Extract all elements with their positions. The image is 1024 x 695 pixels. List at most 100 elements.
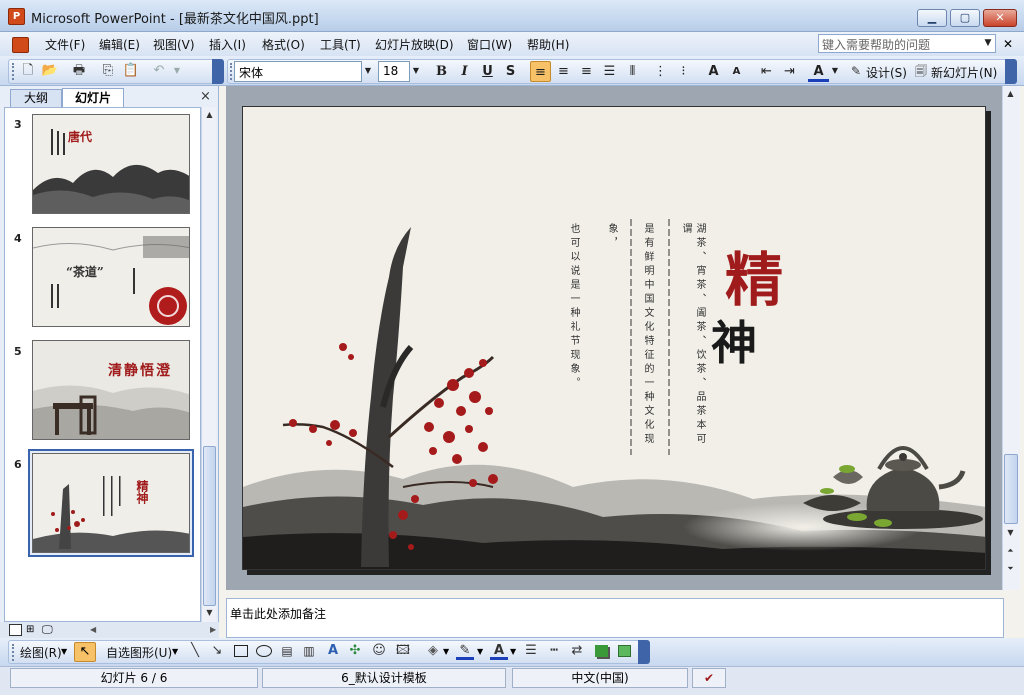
scroll-up-icon[interactable]: ▲ bbox=[202, 110, 217, 119]
slide-thumbnail-3[interactable] bbox=[32, 114, 190, 214]
picture-icon[interactable]: 🖾 bbox=[394, 642, 412, 660]
line-style-icon[interactable]: ☰ bbox=[522, 642, 540, 660]
shadow-style-icon[interactable] bbox=[595, 645, 608, 657]
font-size-dropdown-icon[interactable]: ▼ bbox=[409, 61, 423, 82]
menu-window[interactable]: 窗口(W) bbox=[467, 36, 512, 53]
oval-icon[interactable] bbox=[256, 645, 272, 657]
toolbar-options-icon[interactable] bbox=[212, 59, 224, 84]
distribute-icon[interactable]: ☰ bbox=[599, 61, 620, 82]
autoshapes-button[interactable]: 自选图形(U) bbox=[106, 644, 172, 661]
select-objects-icon[interactable]: ↖ bbox=[74, 642, 96, 662]
scroll-right-icon[interactable]: ▶ bbox=[210, 625, 216, 634]
menu-slideshow[interactable]: 幻灯片放映(D) bbox=[375, 36, 454, 53]
print-icon[interactable]: 🖶 bbox=[70, 62, 88, 80]
document-icon[interactable] bbox=[12, 37, 29, 53]
slide-thumbnail-5[interactable] bbox=[32, 340, 190, 440]
new-slide-button[interactable]: 新幻灯片(N) bbox=[931, 64, 997, 81]
toolbar-options-icon[interactable] bbox=[638, 640, 650, 664]
increase-font-icon[interactable]: A bbox=[703, 61, 724, 82]
line-color-icon[interactable]: ✎ bbox=[456, 642, 474, 660]
diagram-icon[interactable]: ✣ bbox=[346, 642, 364, 660]
undo-dropdown-icon[interactable]: ▼ bbox=[168, 62, 186, 80]
font-size-select[interactable]: 18 bbox=[378, 61, 410, 82]
underline-button[interactable]: U bbox=[477, 61, 498, 82]
font-color-icon[interactable]: A bbox=[808, 61, 829, 82]
align-left-button[interactable]: ≡ bbox=[530, 61, 551, 82]
vertical-textbox-icon[interactable]: ▥ bbox=[300, 642, 318, 660]
close-button[interactable]: ✕ bbox=[983, 9, 1017, 27]
fill-dropdown-icon[interactable]: ▼ bbox=[443, 647, 449, 656]
open-icon[interactable]: 📂 bbox=[41, 62, 59, 80]
slide-thumbnail-6-image[interactable] bbox=[32, 453, 190, 553]
clipart-icon[interactable]: ☺ bbox=[370, 642, 388, 660]
menu-help[interactable]: 帮助(H) bbox=[527, 36, 569, 53]
slideshow-icon[interactable]: 🖵 bbox=[42, 623, 53, 637]
rectangle-icon[interactable] bbox=[234, 645, 248, 657]
decrease-indent-icon[interactable]: ⇤ bbox=[756, 61, 777, 82]
paste-icon[interactable]: 📋 bbox=[122, 62, 140, 80]
autoshapes-dropdown-icon[interactable]: ▼ bbox=[172, 647, 178, 656]
scroll-left-icon[interactable]: ◀ bbox=[90, 625, 96, 634]
italic-button[interactable]: I bbox=[454, 61, 475, 82]
toolbar-options-icon[interactable] bbox=[1005, 59, 1017, 84]
minimize-button[interactable]: ▁ bbox=[917, 9, 947, 27]
previous-slide-icon[interactable]: ⏶ bbox=[1003, 546, 1018, 556]
new-document-icon[interactable]: 🗋 bbox=[19, 62, 37, 80]
copy-icon[interactable]: ⎘ bbox=[99, 62, 117, 80]
line-color-dropdown-icon[interactable]: ▼ bbox=[477, 647, 483, 656]
draw-menu-button[interactable]: 绘图(R) bbox=[20, 644, 62, 661]
wordart-icon[interactable]: A bbox=[324, 642, 342, 660]
menu-view[interactable]: 视图(V) bbox=[153, 36, 195, 53]
align-right-button[interactable]: ≡ bbox=[576, 61, 597, 82]
scroll-up-icon[interactable]: ▲ bbox=[1003, 89, 1018, 98]
toolbar-grip[interactable] bbox=[12, 644, 16, 661]
document-close-icon[interactable]: ✕ bbox=[1003, 37, 1013, 51]
decrease-font-icon[interactable]: A bbox=[726, 61, 747, 82]
design-button[interactable]: 设计(S) bbox=[866, 64, 907, 81]
3d-style-icon[interactable] bbox=[618, 645, 631, 657]
help-search-input[interactable]: 键入需要帮助的问题 bbox=[818, 34, 996, 53]
scroll-thumb[interactable] bbox=[1004, 454, 1018, 524]
slide-sorter-icon[interactable]: ⊞ bbox=[26, 624, 34, 635]
increase-indent-icon[interactable]: ⇥ bbox=[779, 61, 800, 82]
arrow-icon[interactable]: ↘ bbox=[208, 642, 226, 660]
notes-input[interactable]: 单击此处添加备注 bbox=[226, 598, 1004, 638]
fill-color-icon[interactable]: ◈ bbox=[424, 642, 442, 660]
arrow-style-icon[interactable]: ⇄ bbox=[568, 642, 586, 660]
design-icon[interactable]: ✎ bbox=[847, 62, 865, 80]
help-dropdown-arrow-icon[interactable]: ▼ bbox=[980, 34, 996, 53]
spelling-check-icon[interactable]: ✔ bbox=[692, 668, 726, 688]
maximize-button[interactable]: ▢ bbox=[950, 9, 980, 27]
toolbar-grip[interactable] bbox=[12, 63, 16, 80]
menu-file[interactable]: 文件(F) bbox=[45, 36, 85, 53]
slide-thumbnail-4[interactable] bbox=[32, 227, 190, 327]
powerpoint-app-icon[interactable]: P bbox=[8, 8, 25, 25]
menu-tools[interactable]: 工具(T) bbox=[320, 36, 361, 53]
menu-format[interactable]: 格式(O) bbox=[262, 36, 305, 53]
normal-view-icon[interactable] bbox=[9, 624, 22, 636]
menu-edit[interactable]: 编辑(E) bbox=[99, 36, 140, 53]
font-name-dropdown-icon[interactable]: ▼ bbox=[361, 61, 375, 82]
pane-close-button[interactable]: × bbox=[200, 89, 211, 104]
font-color-dropdown-icon[interactable]: ▼ bbox=[510, 647, 516, 656]
shadow-button[interactable]: S bbox=[500, 61, 521, 82]
scroll-down-icon[interactable]: ▼ bbox=[1003, 528, 1018, 537]
tab-outline[interactable]: 大纲 bbox=[10, 89, 62, 107]
textbox-icon[interactable]: ▤ bbox=[278, 642, 296, 660]
line-icon[interactable]: ╲ bbox=[186, 642, 204, 660]
scroll-thumb[interactable] bbox=[203, 446, 216, 606]
tab-slides[interactable]: 幻灯片 bbox=[62, 88, 124, 107]
font-color-icon[interactable]: A bbox=[490, 642, 508, 660]
font-color-dropdown-icon[interactable]: ▼ bbox=[828, 61, 842, 82]
scroll-down-icon[interactable]: ▼ bbox=[202, 608, 217, 617]
dash-style-icon[interactable]: ┅ bbox=[545, 642, 563, 660]
current-slide[interactable]: 精 神 湖茶、宵茶、阖茶、饮茶、品茶本可谓 是有鲜明中国文化特征的一种文化现 象… bbox=[242, 106, 986, 570]
next-slide-icon[interactable]: ⏷ bbox=[1003, 564, 1018, 574]
bold-button[interactable]: B bbox=[431, 61, 452, 82]
vertical-text-icon[interactable]: ⫴ bbox=[622, 61, 643, 82]
font-name-select[interactable]: 宋体 bbox=[234, 61, 362, 82]
new-slide-icon[interactable]: 🗐 bbox=[912, 62, 930, 80]
menu-insert[interactable]: 插入(I) bbox=[209, 36, 246, 53]
draw-dropdown-icon[interactable]: ▼ bbox=[61, 647, 67, 656]
bullets-icon[interactable]: ⁝ bbox=[673, 61, 694, 82]
